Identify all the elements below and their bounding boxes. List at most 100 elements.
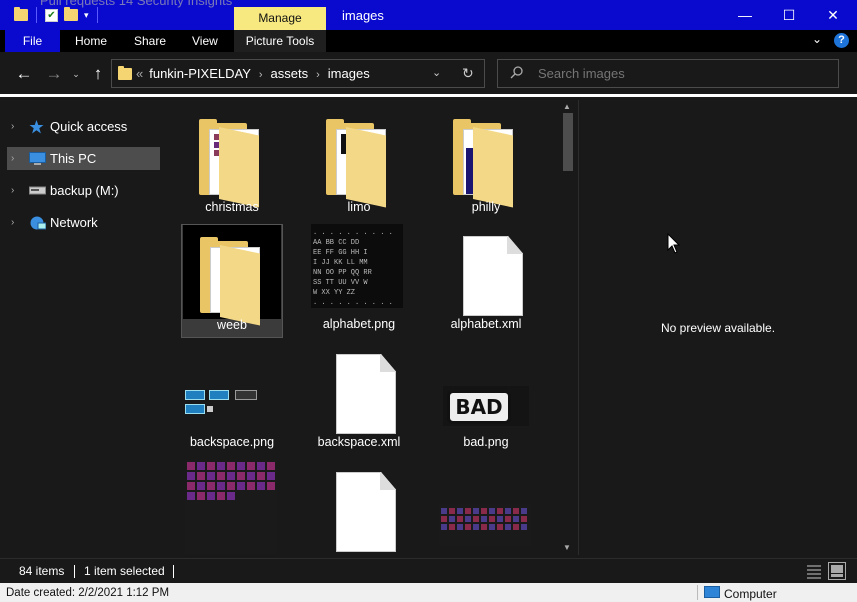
forward-button[interactable]: →: [44, 64, 64, 84]
sidebar-item-label: Network: [50, 215, 98, 230]
image-thumbnail: [185, 388, 277, 424]
folder-icon: [118, 66, 132, 80]
sidebar-item-network[interactable]: › Network: [7, 211, 160, 234]
preview-pane: No preview available.: [578, 100, 857, 555]
folder-item-weeb[interactable]: weeb: [181, 224, 283, 338]
file-item-alphabet-xml[interactable]: alphabet.xml: [435, 224, 537, 338]
file-item-backspace-png[interactable]: backspace.png: [181, 342, 283, 456]
file-item-xml[interactable]: [308, 460, 410, 555]
chevron-right-icon[interactable]: ›: [11, 179, 14, 202]
scroll-up-icon[interactable]: ▲: [563, 102, 571, 111]
document-icon: [326, 470, 396, 552]
back-button[interactable]: ←: [14, 64, 34, 84]
file-name: bad.png: [463, 435, 509, 449]
folder-item-philly[interactable]: philly: [435, 107, 537, 221]
file-name: backspace.xml: [317, 435, 401, 449]
chevron-right-icon[interactable]: ›: [11, 211, 14, 234]
sidebar-item-label: backup (M:): [50, 183, 119, 198]
chevron-right-icon[interactable]: ›: [316, 69, 320, 81]
new-folder-icon[interactable]: [64, 7, 78, 21]
svg-text:SS TT UU VV W: SS TT UU VV W: [313, 279, 368, 287]
file-item-sprite-png[interactable]: [181, 460, 283, 555]
details-bar: Date created: 2/2/2021 1:12 PM Computer: [0, 583, 857, 602]
drive-icon: [29, 186, 46, 195]
window-title: images: [342, 8, 384, 23]
file-name: limo: [347, 200, 371, 214]
date-created: Date created: 2/2/2021 1:12 PM: [6, 587, 170, 599]
sidebar-item-label: Quick access: [50, 119, 128, 134]
sidebar-item-this-pc[interactable]: › This PC: [7, 147, 160, 170]
toolbar-divider: [96, 7, 98, 23]
chevron-right-icon[interactable]: ›: [11, 147, 14, 170]
help-icon[interactable]: ?: [834, 33, 849, 48]
image-thumbnail: . . . . . . . . . . AA BB CC DD EE FF GG…: [311, 224, 403, 308]
address-row: ← → ⌄ ↑ « funkin-PIXELDAY › assets › images ⌄…: [0, 52, 857, 97]
address-bar[interactable]: « funkin-PIXELDAY › assets › images ⌄ ↻: [111, 59, 485, 88]
file-item-sprite-png[interactable]: [435, 460, 537, 555]
file-name: alphabet.png: [322, 317, 396, 331]
tab-home[interactable]: Home: [75, 30, 107, 52]
folder-icon: [14, 7, 28, 21]
tab-picture-tools[interactable]: Picture Tools: [234, 30, 326, 52]
navigation-pane: › Quick access › This PC › backup (M:) ›…: [0, 100, 164, 555]
file-item-backspace-xml[interactable]: backspace.xml: [308, 342, 410, 456]
details-divider: [697, 585, 698, 600]
image-thumbnail: [185, 460, 277, 554]
svg-text:NN OO PP QQ RR: NN OO PP QQ RR: [313, 269, 373, 277]
recent-locations-icon[interactable]: ⌄: [66, 64, 86, 84]
breadcrumb-segment[interactable]: assets: [271, 66, 309, 81]
search-input[interactable]: [538, 60, 818, 87]
breadcrumb-overflow[interactable]: «: [136, 66, 143, 81]
file-name: weeb: [217, 318, 247, 332]
chevron-right-icon[interactable]: ›: [11, 115, 14, 138]
details-view-icon[interactable]: [806, 563, 822, 579]
up-button[interactable]: ↑: [88, 64, 108, 84]
tab-share[interactable]: Share: [134, 30, 166, 52]
svg-text:EE FF GG HH I: EE FF GG HH I: [313, 249, 368, 257]
selection-count: 1 item selected: [84, 564, 165, 578]
minimize-button[interactable]: —: [723, 0, 767, 30]
chevron-down-icon[interactable]: ▾: [84, 10, 89, 21]
breadcrumb-segment[interactable]: funkin-PIXELDAY: [149, 66, 251, 81]
title-bar: Pull requests 14 Security Insights ✔ ▾ M…: [0, 0, 857, 30]
status-bar: 84 items 1 item selected: [0, 558, 857, 583]
search-box[interactable]: [497, 59, 839, 88]
chevron-right-icon[interactable]: ›: [259, 69, 263, 81]
preview-message: No preview available.: [660, 321, 776, 335]
close-button[interactable]: ✕: [811, 0, 855, 30]
computer-icon: [29, 152, 46, 165]
folder-item-limo[interactable]: limo: [308, 107, 410, 221]
breadcrumb-segment[interactable]: images: [328, 66, 370, 81]
computer-icon: [704, 586, 720, 598]
maximize-button[interactable]: ☐: [767, 0, 811, 30]
location-label: Computer: [724, 587, 777, 601]
svg-text:. . . . . . . . . .: . . . . . . . . . .: [313, 299, 393, 307]
ribbon-tabs: File Home Share View Picture Tools ⌄ ?: [0, 30, 857, 52]
sidebar-item-quick-access[interactable]: › Quick access: [7, 115, 160, 138]
address-dropdown-icon[interactable]: ⌄: [432, 60, 441, 87]
refresh-icon[interactable]: ↻: [462, 60, 474, 87]
tab-view[interactable]: View: [192, 30, 218, 52]
scroll-thumb[interactable]: [563, 113, 573, 171]
image-thumbnail: BAD: [443, 386, 529, 426]
folder-item-christmas[interactable]: christmas: [181, 107, 283, 221]
tab-file[interactable]: File: [5, 30, 60, 52]
large-icons-view-icon[interactable]: [828, 562, 846, 580]
breadcrumb: « funkin-PIXELDAY › assets › images: [136, 60, 370, 89]
quick-access-toolbar: ✔ ▾: [14, 7, 100, 23]
properties-icon[interactable]: ✔: [45, 8, 58, 22]
expand-ribbon-icon[interactable]: ⌄: [812, 32, 822, 46]
image-thumbnail: [439, 504, 531, 546]
sidebar-item-label: This PC: [50, 151, 97, 166]
bad-rating-graphic: BAD: [447, 390, 511, 424]
file-item-bad-png[interactable]: BAD bad.png: [435, 342, 537, 456]
manage-contextual-tab[interactable]: Manage: [234, 7, 326, 30]
vertical-scrollbar[interactable]: ▲ ▼: [560, 100, 576, 555]
file-name: backspace.png: [189, 435, 275, 449]
sidebar-item-backup[interactable]: › backup (M:): [7, 179, 160, 202]
scroll-down-icon[interactable]: ▼: [563, 543, 571, 552]
svg-text:. . . . . . . . . .: . . . . . . . . . .: [313, 229, 393, 237]
folder-icon: [199, 117, 263, 208]
file-item-alphabet-png[interactable]: . . . . . . . . . . AA BB CC DD EE FF GG…: [308, 224, 410, 338]
folder-icon: [326, 117, 390, 208]
